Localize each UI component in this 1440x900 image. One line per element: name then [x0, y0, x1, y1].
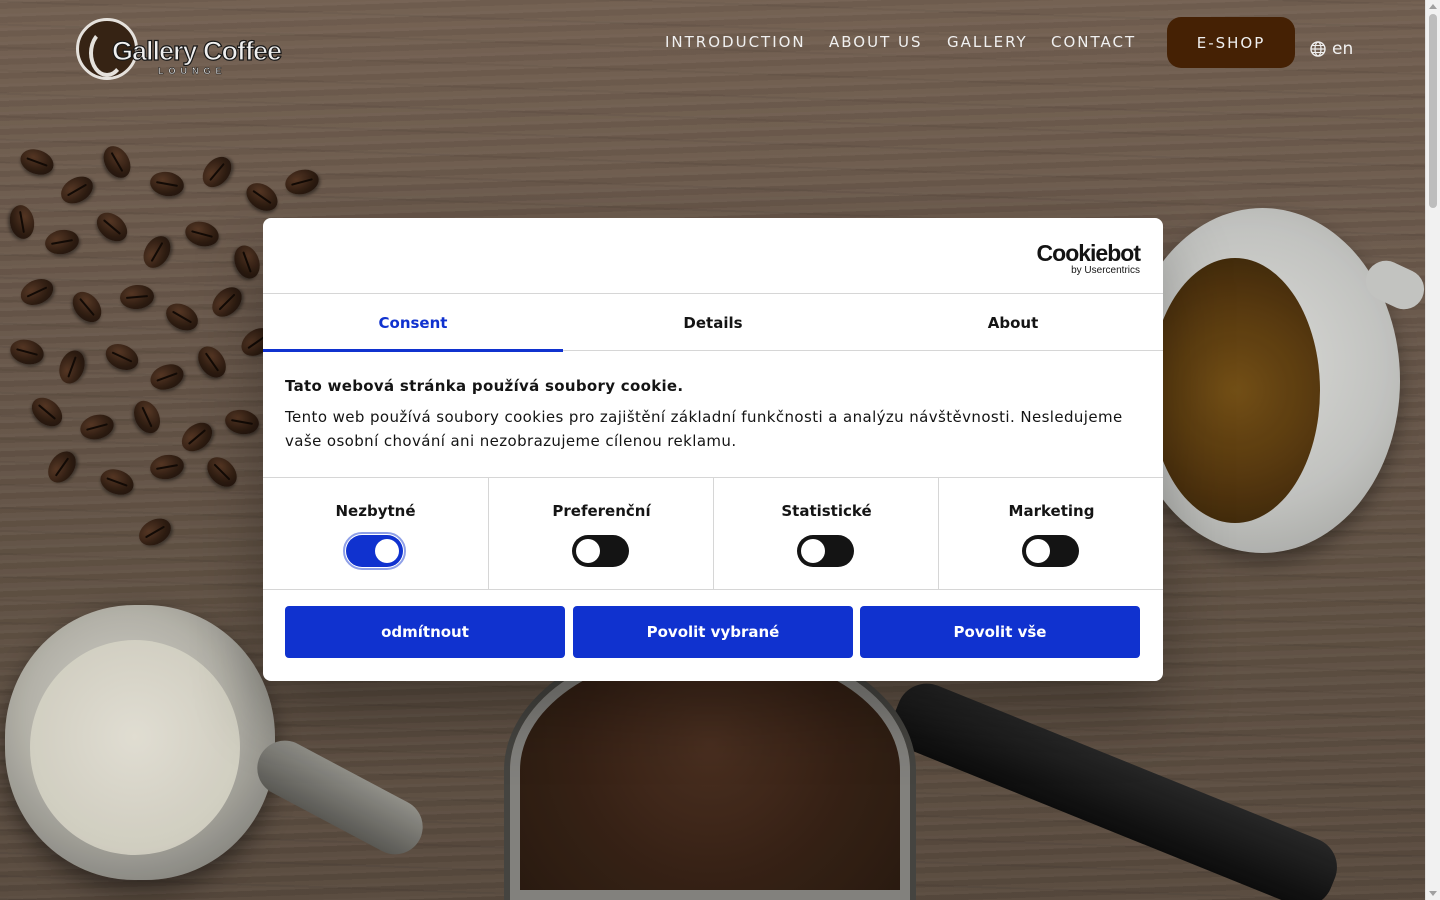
dialog-tabs: Consent Details About [263, 294, 1163, 352]
consent-text: Tento web používá soubory cookies pro za… [285, 408, 1123, 450]
scroll-down-arrow-icon[interactable] [1429, 891, 1437, 896]
necessary-toggle[interactable] [343, 532, 406, 570]
category-statistics: Statistické [713, 478, 938, 590]
toggle-knob [801, 539, 825, 563]
category-necessary: Nezbytné [263, 478, 488, 590]
allow-all-button[interactable]: Povolit vše [860, 606, 1140, 658]
toggle-knob [1026, 539, 1050, 563]
category-preferences: Preferenční [488, 478, 713, 590]
consent-title: Tato webová stránka používá soubory cook… [285, 377, 684, 395]
scroll-up-arrow-icon[interactable] [1429, 4, 1437, 9]
dialog-header: Cookiebot by Usercentrics [263, 218, 1163, 294]
category-label: Statistické [781, 502, 872, 520]
statistics-toggle[interactable] [797, 535, 854, 567]
category-label: Marketing [1008, 502, 1095, 520]
toggle-knob [375, 539, 399, 563]
cookie-categories: Nezbytné Preferenční Statistické Marketi… [263, 477, 1163, 590]
allow-selected-button[interactable]: Povolit vybrané [573, 606, 853, 658]
cookiebot-wordmark: Cookiebot [1036, 240, 1141, 266]
page-scrollbar[interactable] [1425, 0, 1440, 900]
preferences-toggle[interactable] [572, 535, 629, 567]
deny-button[interactable]: odmítnout [285, 606, 565, 658]
marketing-toggle[interactable] [1022, 535, 1079, 567]
category-label: Nezbytné [335, 502, 416, 520]
cookiebot-logo[interactable]: Cookiebot by Usercentrics [1036, 240, 1141, 276]
tab-consent[interactable]: Consent [263, 294, 563, 352]
category-marketing: Marketing [938, 478, 1163, 590]
cookie-consent-dialog: Cookiebot by Usercentrics Consent Detail… [263, 218, 1163, 681]
category-label: Preferenční [552, 502, 651, 520]
toggle-knob [576, 539, 600, 563]
scrollbar-thumb[interactable] [1429, 14, 1437, 208]
tab-about[interactable]: About [863, 294, 1163, 351]
tab-details[interactable]: Details [563, 294, 863, 351]
